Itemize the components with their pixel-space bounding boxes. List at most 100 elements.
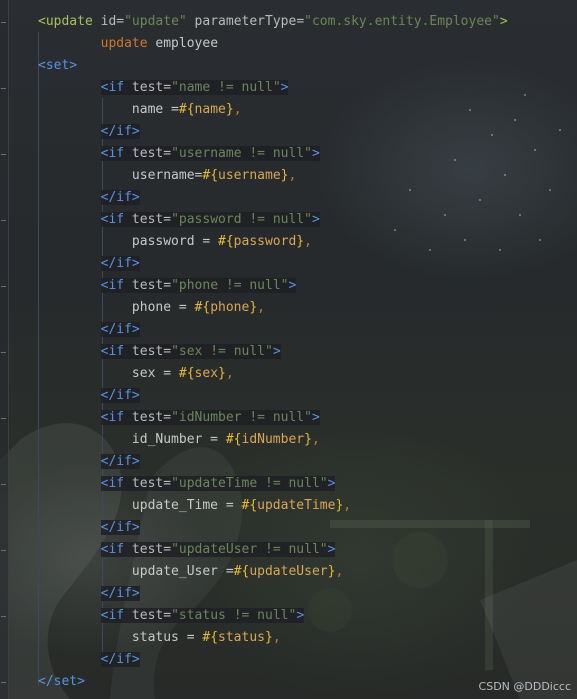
fold-marker[interactable] [1,220,6,221]
code-line[interactable]: <if test="password != null"> [38,209,320,231]
code-token: username= [38,168,203,183]
code-line[interactable]: <if test="status != null"> [38,605,305,627]
code-token: #{ [202,168,219,183]
code-token: id_Number = [38,432,226,447]
code-token: "username != null" [171,146,312,161]
code-token: = [163,212,172,227]
fold-marker[interactable] [1,550,6,551]
code-token: test [124,476,164,491]
code-token: password [233,234,297,249]
code-token: <if [100,476,125,491]
code-line[interactable]: update_Time = #{updateTime}, [38,495,351,517]
code-line[interactable]: status = #{status}, [38,627,281,649]
code-token: #{ [178,366,195,381]
code-token: > [272,344,281,359]
code-line[interactable]: id_Number = #{idNumber}, [38,429,320,451]
code-line[interactable]: username=#{username}, [38,165,296,187]
code-line[interactable]: </if> [38,253,140,275]
fold-marker[interactable] [1,352,6,353]
code-line[interactable]: password = #{password}, [38,231,312,253]
code-line[interactable]: <if test="username != null"> [38,143,320,165]
code-token: test [124,146,164,161]
code-token: > [288,278,297,293]
code-token: } [218,366,226,381]
code-token: <set> [38,58,78,73]
code-line[interactable]: <if test="name != null"> [38,77,289,99]
code-token: #{ [233,564,250,579]
code-line[interactable]: </if> [38,187,140,209]
fold-marker[interactable] [1,286,6,287]
code-token: </if> [100,454,140,469]
code-token: #{ [178,102,195,117]
fold-marker[interactable] [1,22,6,23]
code-token: test [124,278,164,293]
code-line[interactable]: update_User =#{updateUser}, [38,561,343,583]
code-line[interactable]: update employee [38,33,218,55]
code-token: = [163,410,172,425]
code-line[interactable]: </if> [38,319,140,341]
code-line[interactable]: </set> [38,671,85,693]
code-token: update_Time = [38,498,242,513]
code-line[interactable]: <set> [38,55,77,77]
editor-gutter [0,0,9,699]
fold-marker[interactable] [1,88,6,89]
code-token: , [343,498,352,513]
fold-marker[interactable] [1,418,6,419]
code-token: username [218,168,281,183]
code-line[interactable]: <if test="updateTime != null"> [38,473,336,495]
code-line[interactable]: </if> [38,451,140,473]
code-token: > [311,410,320,425]
code-token: "sex != null" [171,344,273,359]
code-token: = [296,14,305,29]
code-token: #{ [241,498,258,513]
code-line[interactable]: </if> [38,649,140,671]
code-line[interactable]: <update id="update" parameterType="com.s… [38,11,508,33]
code-token: = [116,14,125,29]
code-token: <if [100,608,125,623]
code-token: id [92,14,117,29]
code-token: "password != null" [171,212,312,227]
code-token: test [124,410,164,425]
code-line[interactable]: <if test="updateUser != null"> [38,539,336,561]
code-line[interactable]: <if test="idNumber != null"> [38,407,320,429]
code-token: "phone != null" [171,278,289,293]
fold-marker[interactable] [1,154,6,155]
code-line[interactable]: phone = #{phone}, [38,297,265,319]
code-token: , [311,432,320,447]
fold-marker[interactable] [1,682,6,683]
fold-marker[interactable] [1,484,6,485]
code-token: status [218,630,265,645]
code-token: <update [38,14,93,29]
code-token: updateUser [249,564,328,579]
code-line[interactable]: </if> [38,385,140,407]
fold-marker[interactable] [1,616,6,617]
code-line[interactable]: </if> [38,121,140,143]
code-token: name [194,102,226,117]
code-line[interactable]: </if> [38,583,140,605]
code-token: , [257,300,265,315]
code-line[interactable]: </if> [38,517,140,539]
code-line[interactable]: name =#{name}, [38,99,242,121]
code-token: updateTime [257,498,336,513]
code-line[interactable]: sex = #{sex}, [38,363,234,385]
code-token: , [304,234,312,249]
code-token: </if> [100,322,140,337]
code-token: "name != null" [171,80,281,95]
code-token: <if [100,344,125,359]
code-line[interactable]: <if test="phone != null"> [38,275,297,297]
code-token: = [163,80,172,95]
code-token: </if> [100,586,140,601]
code-token: idNumber [241,432,305,447]
watermark-label: CSDN @DDDiccc [478,680,571,693]
code-line[interactable]: <if test="sex != null"> [38,341,281,363]
